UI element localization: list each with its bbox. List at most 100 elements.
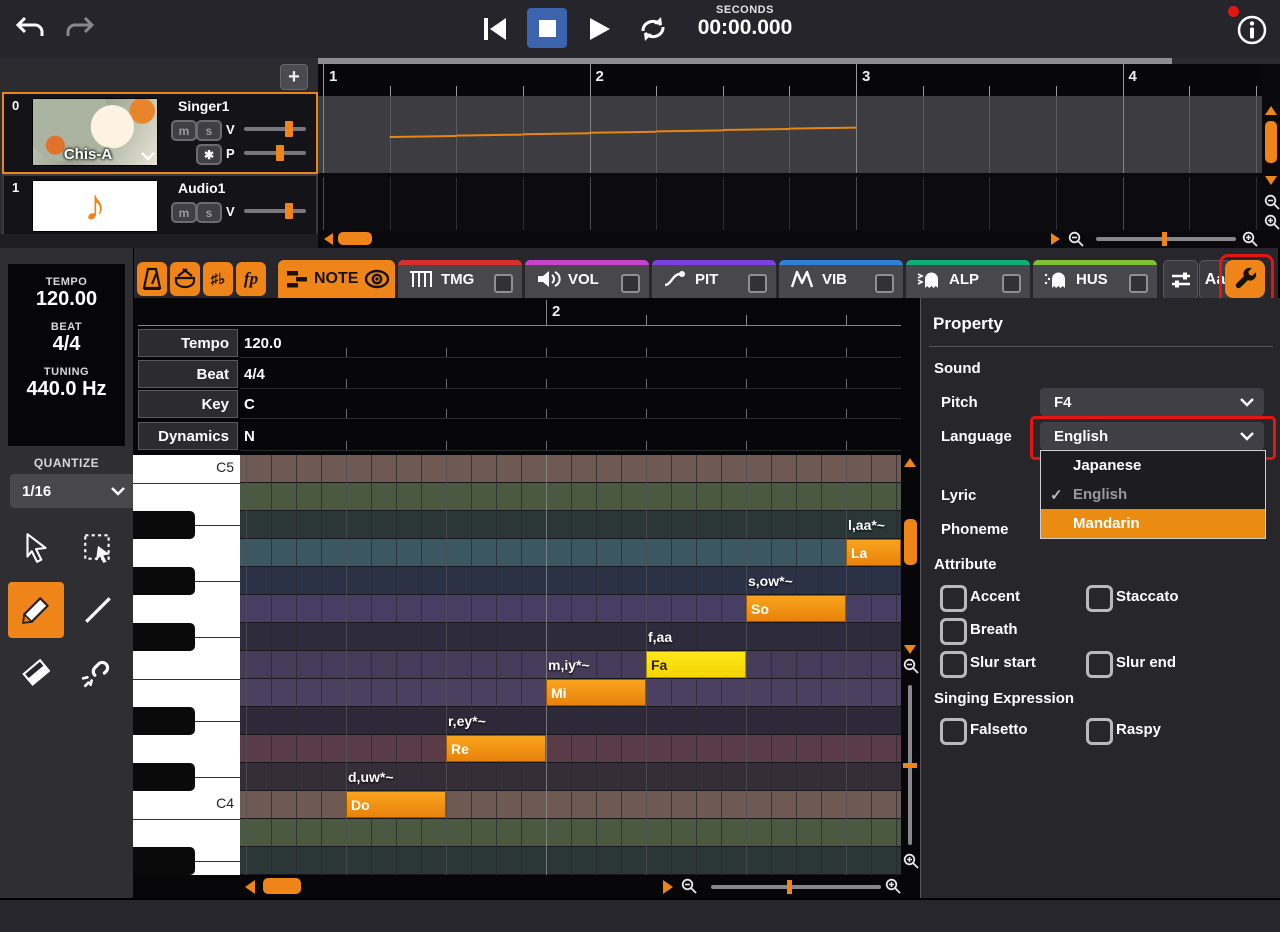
skip-to-start-button[interactable] <box>476 10 514 48</box>
solo-button[interactable]: s <box>196 120 222 141</box>
mixer-settings-button[interactable] <box>1163 260 1198 300</box>
arrangement-hscrollbar[interactable] <box>318 230 1262 248</box>
black-key[interactable] <box>133 567 195 595</box>
loop-button[interactable] <box>633 10 673 48</box>
volume-slider[interactable] <box>244 203 306 219</box>
vzoom-in-button[interactable] <box>1264 214 1280 230</box>
pan-slider-handle[interactable] <box>275 145 284 161</box>
scroll-right-arrow[interactable] <box>663 880 673 894</box>
arrangement-vscrollbar[interactable] <box>1262 64 1280 230</box>
scroll-up-arrow[interactable] <box>1265 106 1277 115</box>
drum-tool-button[interactable] <box>170 262 200 296</box>
checkbox-slur-end[interactable] <box>1086 651 1113 678</box>
add-track-button[interactable]: + <box>280 64 308 90</box>
tab-pit[interactable]: PIT <box>652 260 776 298</box>
tab-visibility-checkbox[interactable] <box>621 274 640 293</box>
vzoom-in-button[interactable] <box>903 853 919 869</box>
pencil-tool-button[interactable] <box>8 582 64 638</box>
black-key[interactable] <box>133 707 195 735</box>
vscroll-thumb[interactable] <box>1265 121 1277 163</box>
play-button[interactable] <box>580 10 618 48</box>
track-row-singer1[interactable]: 0 Chis-A Singer1 m s V ✱ P <box>2 92 318 174</box>
volume-slider[interactable] <box>244 121 306 137</box>
checkbox-slur-start[interactable] <box>940 651 967 678</box>
tab-visibility-checkbox[interactable] <box>1002 274 1021 293</box>
tab-visibility-checkbox[interactable] <box>494 274 513 293</box>
phoneme-label[interactable]: d,uw*~ <box>348 769 394 785</box>
properties-wrench-button[interactable] <box>1225 260 1265 298</box>
audio-track-thumbnail[interactable]: ♪ <box>32 180 158 232</box>
undo-button[interactable] <box>12 12 48 44</box>
score-row-label-key[interactable]: Key <box>138 390 238 418</box>
tab-tmg[interactable]: TMG <box>398 260 522 298</box>
pianoroll-hscrollbar[interactable] <box>133 875 920 898</box>
hzoom-in-button[interactable] <box>1242 231 1258 247</box>
arrangement-view[interactable]: 1 2 3 4 <box>318 58 1280 248</box>
checkbox-raspy[interactable] <box>1086 718 1113 745</box>
language-option-japanese[interactable]: Japanese <box>1041 451 1265 480</box>
note-so[interactable]: So <box>746 595 846 622</box>
phoneme-label[interactable]: s,ow*~ <box>748 573 793 589</box>
language-option-mandarin[interactable]: Mandarin <box>1041 509 1265 538</box>
dynamics-tool-button[interactable]: fp <box>236 262 266 296</box>
metronome-tool-button[interactable] <box>137 262 167 296</box>
volume-slider-handle[interactable] <box>284 203 293 219</box>
line-tool-button[interactable] <box>70 582 126 638</box>
score-row-label-tempo[interactable]: Tempo <box>138 329 238 357</box>
stop-button[interactable] <box>527 8 567 48</box>
checkbox-accent[interactable] <box>940 585 967 612</box>
vscroll-thumb[interactable] <box>904 519 917 565</box>
track-row-audio1[interactable]: 1 ♪ Audio1 m s V <box>2 174 318 236</box>
score-row-track[interactable]: C <box>240 390 901 419</box>
pitch-shift-button[interactable]: ✱ <box>196 144 222 165</box>
mute-button[interactable]: m <box>171 120 197 141</box>
vzoom-out-button[interactable] <box>903 658 919 674</box>
score-ruler[interactable]: 2 <box>133 298 901 326</box>
tab-alp[interactable]: ALP <box>906 260 1030 298</box>
voice-avatar[interactable]: Chis-A <box>32 98 158 166</box>
checkbox-breath[interactable] <box>940 618 967 645</box>
hzoom-in-button[interactable] <box>885 878 901 894</box>
note-re[interactable]: Re <box>446 735 546 762</box>
track-list-scrollbar[interactable] <box>0 234 318 248</box>
vzoom-slider[interactable] <box>903 685 917 845</box>
black-key[interactable] <box>133 623 195 651</box>
scroll-down-arrow[interactable] <box>1265 176 1277 185</box>
visibility-eye-icon[interactable] <box>364 269 390 289</box>
note-mi[interactable]: Mi <box>546 679 646 706</box>
solo-button[interactable]: s <box>196 202 222 223</box>
hscroll-thumb[interactable] <box>338 232 372 245</box>
scroll-left-arrow[interactable] <box>324 233 333 245</box>
score-row-track[interactable]: 4/4 <box>240 360 901 389</box>
piano-keyboard[interactable]: C5 C4 <box>133 455 240 875</box>
scroll-down-arrow[interactable] <box>904 645 916 654</box>
black-key[interactable] <box>133 763 195 791</box>
score-row-track[interactable]: 120.0 <box>240 329 901 358</box>
score-row-label-dynamics[interactable]: Dynamics <box>138 422 238 450</box>
redo-button[interactable] <box>62 12 98 44</box>
language-option-english[interactable]: ✓ English <box>1041 480 1265 509</box>
tab-visibility-checkbox[interactable] <box>1129 274 1148 293</box>
vzoom-slider-handle[interactable] <box>903 763 917 768</box>
scroll-left-arrow[interactable] <box>245 880 255 894</box>
pan-slider[interactable] <box>244 145 306 161</box>
scroll-right-arrow[interactable] <box>1051 233 1060 245</box>
scroll-up-arrow[interactable] <box>904 458 916 467</box>
phoneme-label[interactable]: r,ey*~ <box>448 713 486 729</box>
tab-visibility-checkbox[interactable] <box>875 274 894 293</box>
phoneme-label[interactable]: m,iy*~ <box>548 657 590 673</box>
quantize-dropdown[interactable]: 1/16 <box>10 474 135 508</box>
checkbox-falsetto[interactable] <box>940 718 967 745</box>
pitch-dropdown[interactable]: F4 <box>1040 388 1264 416</box>
hzoom-out-button[interactable] <box>681 878 697 894</box>
audio-track-lane[interactable] <box>318 177 1262 230</box>
volume-slider-handle[interactable] <box>284 121 293 137</box>
hzoom-out-button[interactable] <box>1068 231 1084 247</box>
arrangement-ruler[interactable]: 1 2 3 4 <box>318 64 1262 96</box>
accidental-tool-button[interactable]: ♯♭ <box>203 262 233 296</box>
eraser-tool-button[interactable] <box>8 644 64 700</box>
select-tool-button[interactable] <box>8 520 64 576</box>
vzoom-out-button[interactable] <box>1264 194 1280 210</box>
hzoom-slider[interactable] <box>711 880 881 894</box>
score-row-track[interactable]: N <box>240 422 901 451</box>
